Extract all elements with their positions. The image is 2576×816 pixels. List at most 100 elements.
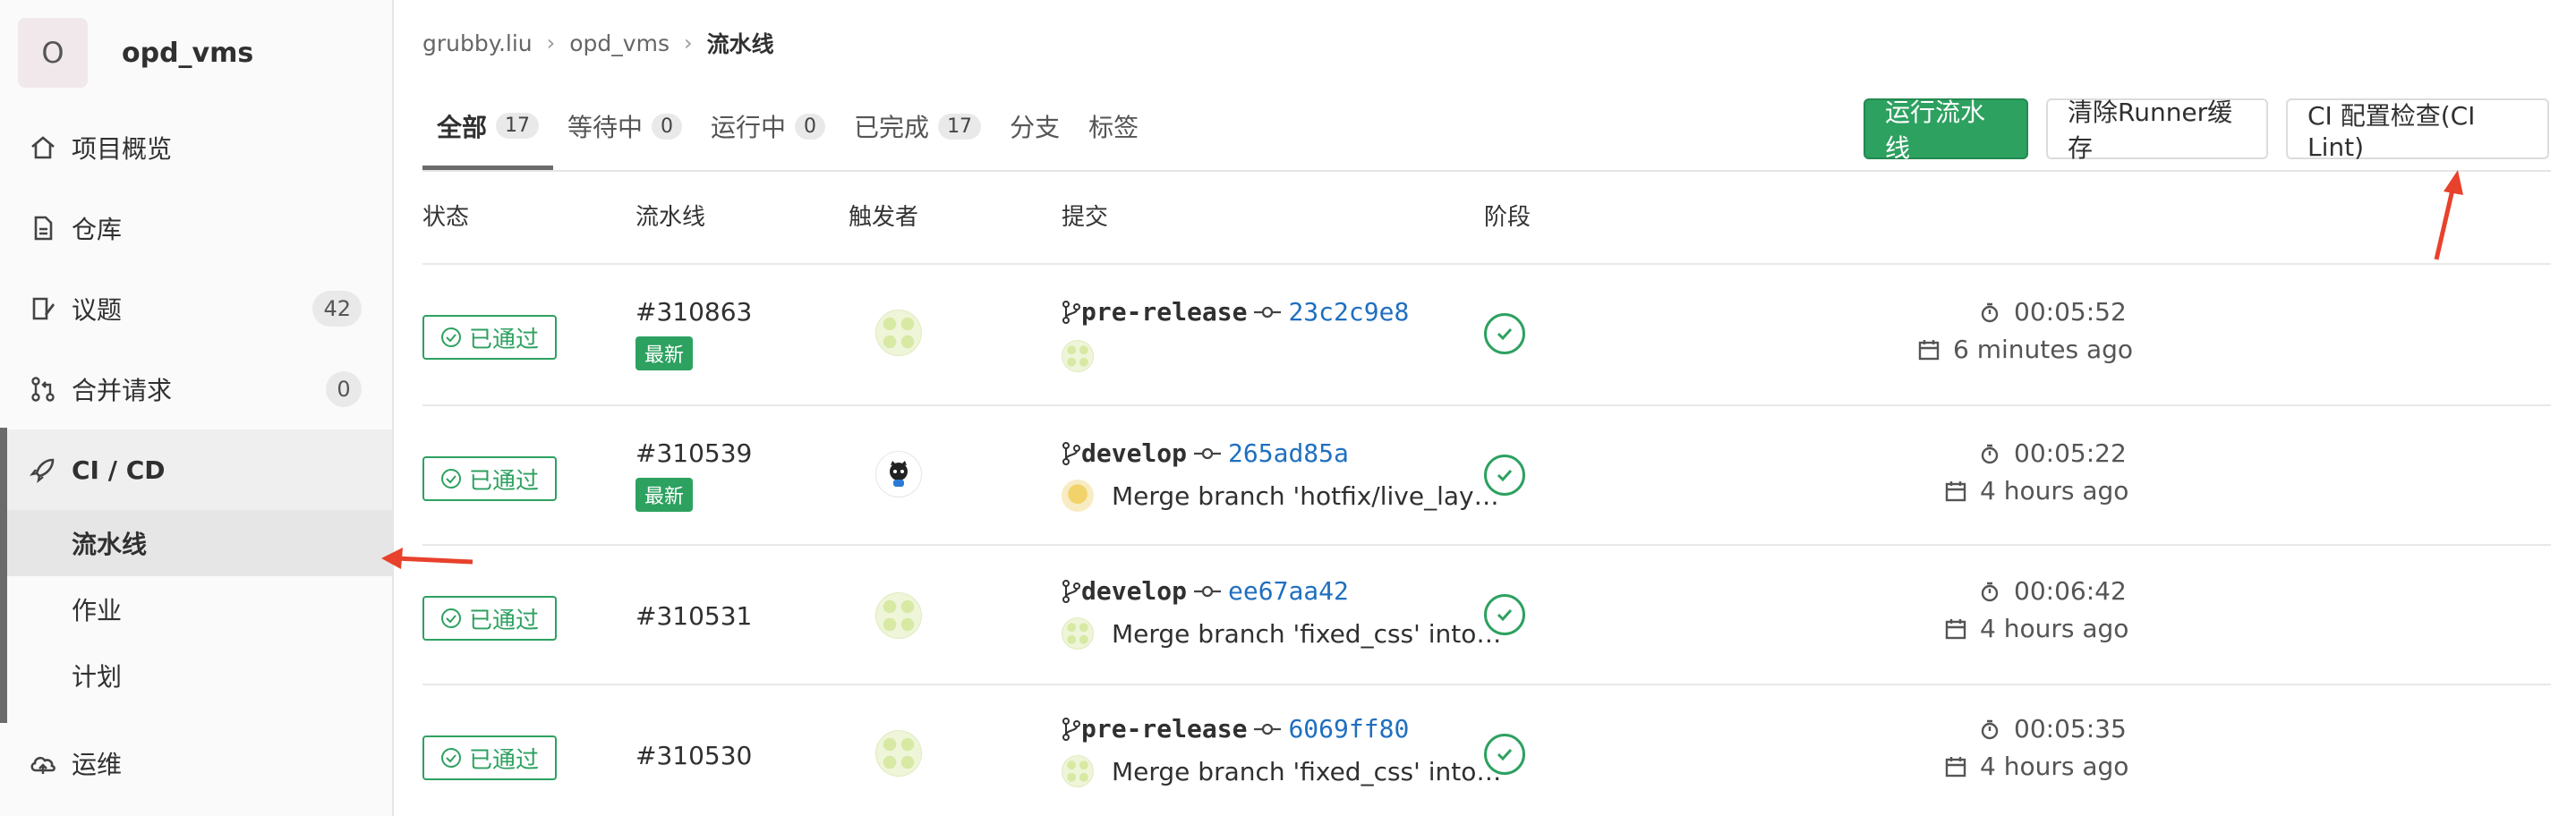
branch-name-link[interactable]: pre-release [1081,714,1247,744]
commit-sha-link[interactable]: 6069ff80 [1288,714,1409,744]
commit-ref: develop ee67aa42 [1062,576,1349,606]
status-badge[interactable]: 已通过 [422,735,557,780]
document-icon [27,212,59,244]
tab-pending[interactable]: 等待中 0 [553,97,696,156]
commit-icon [1254,723,1282,735]
status-badge[interactable]: 已通过 [422,456,557,501]
run-pipeline-button[interactable]: 运行流水线 [1864,98,2028,163]
rocket-icon [27,454,59,486]
check-icon [1497,748,1513,761]
pipeline-id-link[interactable]: #310531 [635,601,752,631]
sidebar-subitem-pipelines[interactable]: 流水线 [7,510,392,576]
column-header-pipeline: 流水线 [635,204,706,231]
sidebar-subitem-jobs[interactable]: 作业 [7,576,392,642]
status-badge[interactable]: 已通过 [422,596,557,641]
ci-lint-button[interactable]: CI 配置检查(CI Lint) [2286,98,2549,162]
table-row: 已通过 #310863 最新 pre-release 23c2c9e8 00:0… [422,265,2551,404]
tab-count: 17 [938,113,982,140]
commit-title-link[interactable]: Merge branch 'fixed_css' into… [1112,757,1501,786]
sidebar-item-label: CI / CD [72,455,166,485]
sidebar-item-label: 合并请求 [72,376,173,405]
avatar [1062,480,1094,512]
sidebar-subitem-label: 计划 [72,662,123,692]
breadcrumb-project[interactable]: opd_vms [569,30,670,56]
timer-icon [1981,302,1999,322]
tab-count: 17 [496,113,540,139]
duration: 00:05:22 [1978,438,2127,468]
commit-sha-link[interactable]: 265ad85a [1228,438,1349,468]
tab-count: 0 [652,113,683,140]
commit-title-link[interactable]: Merge branch 'fixed_css' into… [1112,619,1501,649]
commit-icon [1194,447,1222,459]
sidebar-item-overview[interactable]: 项目概览 [0,107,392,188]
finished-time: 4 hours ago [1944,752,2128,781]
commit-sha-link[interactable]: 23c2c9e8 [1288,297,1409,327]
commit-title-link[interactable]: Merge branch 'hotfix/live_lay… [1112,481,1499,511]
commit-message [1062,340,1112,372]
check-circle-icon [440,469,461,489]
branch-name-link[interactable]: develop [1081,576,1187,606]
issues-icon [27,293,59,325]
stage-passed-icon[interactable] [1484,313,1525,354]
tab-branches[interactable]: 分支 [995,97,1074,156]
avatar[interactable] [875,451,922,497]
duration: 00:06:42 [1978,576,2127,606]
check-circle-icon [440,748,461,768]
branch-name-link[interactable]: pre-release [1081,297,1247,327]
sidebar-item-merge-requests[interactable]: 合并请求 0 [0,349,392,429]
commit-sha-link[interactable]: ee67aa42 [1228,576,1349,606]
issues-count-badge: 42 [312,291,362,327]
sidebar-subitem-label: 作业 [72,596,123,625]
tab-tags[interactable]: 标签 [1074,97,1153,156]
sidebar-item-label: 议题 [72,295,123,325]
avatar[interactable] [875,592,922,639]
column-header-commit: 提交 [1062,204,1109,231]
timer-icon [1981,444,1999,463]
active-section-indicator [0,428,7,723]
table-header: 状态 流水线 触发者 提交 阶段 [422,199,2551,263]
stage-passed-icon[interactable] [1484,594,1525,635]
pipeline-id-link[interactable]: #310863 [635,297,752,327]
sidebar-item-label: 运维 [72,750,123,779]
timer-icon [1981,719,1999,739]
branch-icon [1062,717,1080,741]
pipeline-id-link[interactable]: #310530 [635,741,752,770]
sidebar-subitem-schedules[interactable]: 计划 [7,642,392,709]
project-header[interactable]: O opd_vms [18,18,253,88]
clear-runner-cache-button[interactable]: 清除Runner缓存 [2046,98,2268,163]
column-header-status: 状态 [422,204,470,231]
pipeline-scope-tabs: 全部 17 等待中 0 运行中 0 已完成 17 分支 标签 [422,97,1153,170]
avatar[interactable] [875,310,922,356]
stage-passed-icon[interactable] [1484,455,1525,496]
branch-icon [1062,300,1080,324]
sidebar-item-ci-cd[interactable]: CI / CD [0,429,392,510]
home-icon [27,132,59,164]
tab-running[interactable]: 运行中 0 [696,97,840,156]
commit-ref: pre-release 23c2c9e8 [1062,297,1409,327]
finished-time: 4 hours ago [1944,614,2128,643]
timer-icon [1981,582,1999,601]
sidebar-item-operations[interactable]: 运维 [0,723,392,803]
branch-icon [1062,441,1080,465]
tab-all[interactable]: 全部 17 [422,97,554,170]
branch-name-link[interactable]: develop [1081,438,1187,468]
avatar[interactable] [875,730,922,777]
breadcrumb-user[interactable]: grubby.liu [422,30,533,56]
status-badge[interactable]: 已通过 [422,315,557,360]
avatar [1062,617,1094,650]
tab-finished[interactable]: 已完成 17 [840,97,995,156]
pipeline-id-link[interactable]: #310539 [635,438,752,468]
sidebar-item-issues[interactable]: 议题 42 [0,268,392,349]
tab-count: 0 [795,113,826,140]
calendar-icon [1945,618,1966,639]
commit-message: Merge branch 'fixed_css' into… [1062,755,1501,787]
octocat-icon [890,461,908,487]
sidebar-item-repository[interactable]: 仓库 [0,188,392,268]
check-circle-icon [440,608,461,628]
branch-icon [1062,579,1080,603]
commit-icon [1194,585,1222,597]
stage-passed-icon[interactable] [1484,734,1525,775]
commit-ref: pre-release 6069ff80 [1062,714,1409,744]
breadcrumb-current[interactable]: 流水线 [707,27,774,59]
commit-message: Merge branch 'fixed_css' into… [1062,617,1501,650]
